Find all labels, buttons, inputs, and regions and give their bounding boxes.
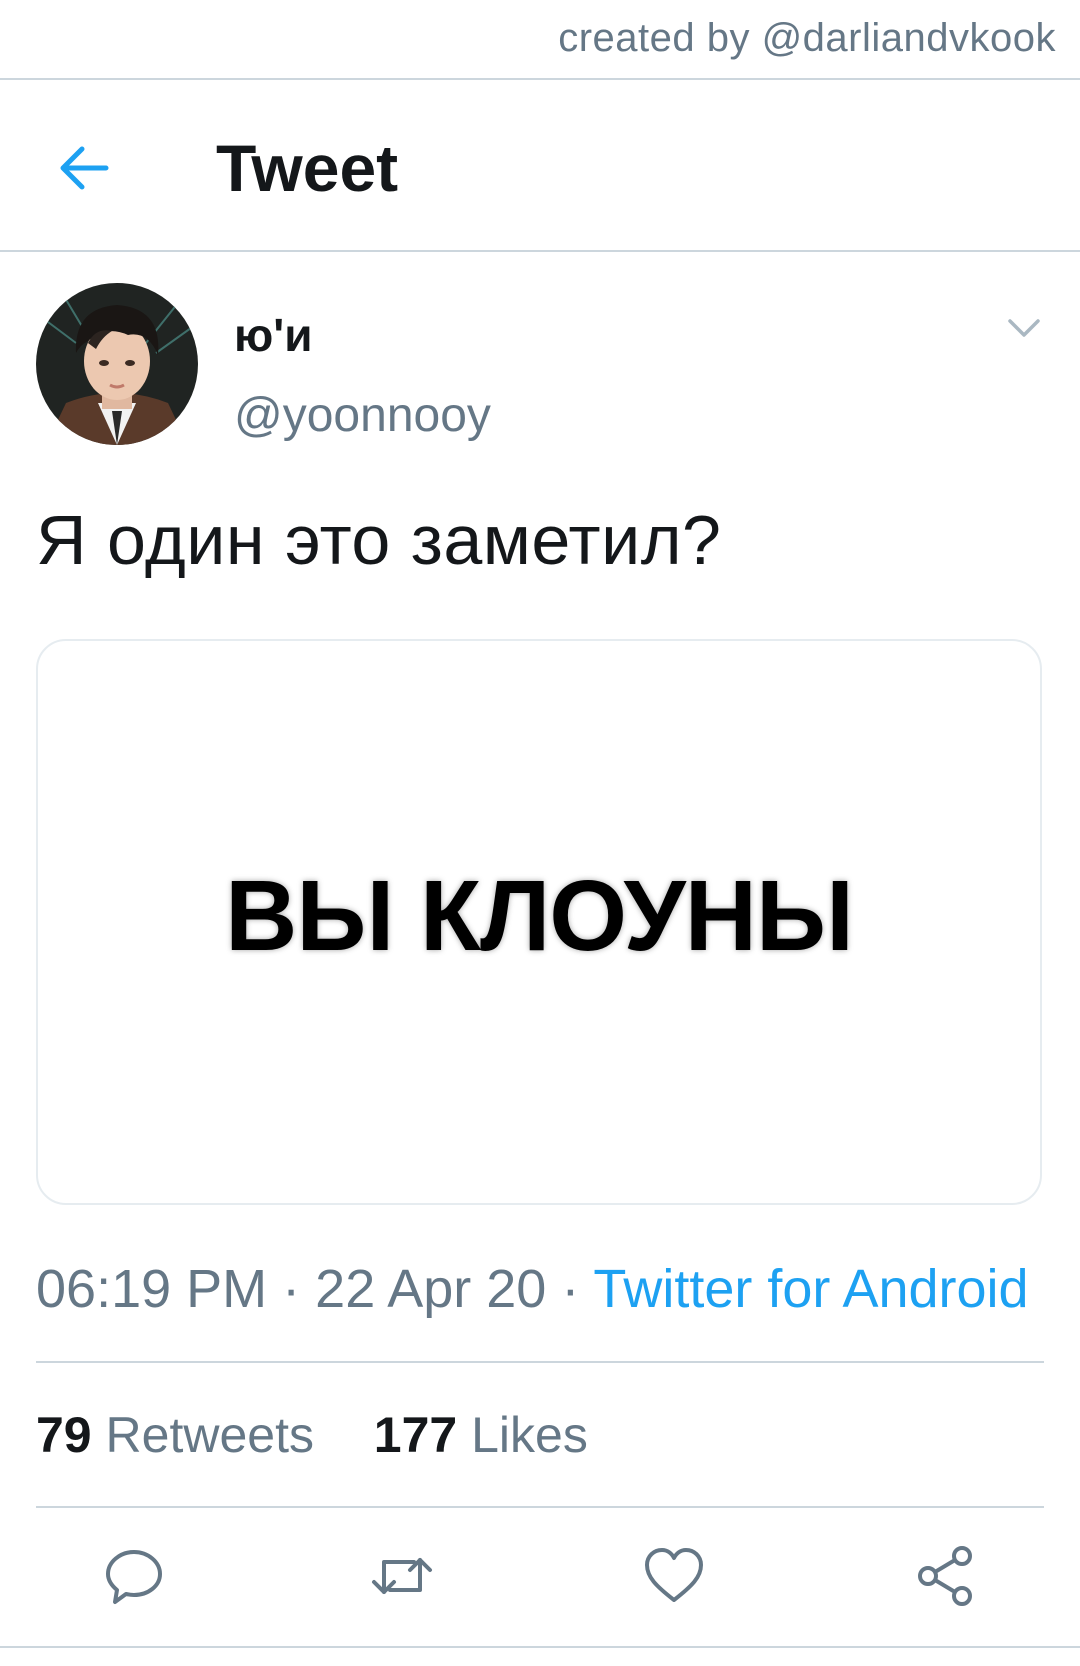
tweet-options-button[interactable] xyxy=(1002,306,1046,350)
divider xyxy=(0,1646,1080,1648)
top-app-bar: Tweet xyxy=(0,80,1080,252)
tweet-time: 06:19 PM xyxy=(36,1259,268,1319)
share-button[interactable] xyxy=(914,1544,978,1608)
media-caption: ВЫ КЛОУНЫ xyxy=(225,860,854,972)
meta-separator: · xyxy=(282,1259,301,1319)
divider xyxy=(36,1506,1044,1508)
likes-label: Likes xyxy=(471,1407,588,1463)
reply-icon xyxy=(106,1550,162,1604)
heart-icon xyxy=(645,1548,703,1602)
tweet-date: 22 Apr 20 xyxy=(315,1259,547,1319)
retweet-icon xyxy=(372,1558,432,1594)
credit-bar: created by @darliandvkook xyxy=(0,0,1080,80)
profile-photo xyxy=(36,283,198,445)
retweets-stat[interactable]: 79 Retweets xyxy=(36,1406,314,1464)
retweets-count: 79 xyxy=(36,1407,92,1463)
tweet-meta: 06:19 PM · 22 Apr 20 · Twitter for Andro… xyxy=(36,1258,1029,1320)
tweet-text: Я один это заметил? xyxy=(36,501,722,579)
author-handle[interactable]: @yoonnooy xyxy=(234,388,491,443)
share-icon xyxy=(918,1546,972,1606)
reply-button[interactable] xyxy=(102,1544,166,1608)
author-display-name[interactable]: ю'и xyxy=(234,308,313,362)
retweets-label: Retweets xyxy=(105,1407,314,1463)
avatar[interactable] xyxy=(36,283,198,445)
likes-stat[interactable]: 177 Likes xyxy=(374,1406,588,1464)
creator-credit: created by @darliandvkook xyxy=(558,16,1056,60)
meta-separator: · xyxy=(561,1259,580,1319)
chevron-down-icon xyxy=(1008,319,1040,337)
retweet-button[interactable] xyxy=(370,1544,434,1608)
like-button[interactable] xyxy=(642,1544,706,1608)
tweet-media[interactable]: ВЫ КЛОУНЫ xyxy=(36,639,1042,1205)
tweet-source-link[interactable]: Twitter for Android xyxy=(593,1259,1028,1319)
arrow-left-icon xyxy=(60,146,109,190)
back-button[interactable] xyxy=(52,136,116,200)
action-bar xyxy=(0,1536,1080,1612)
likes-count: 177 xyxy=(373,1407,458,1463)
tweet-stats: 79 Retweets 177 Likes xyxy=(36,1406,588,1464)
page-title: Tweet xyxy=(216,131,399,205)
divider xyxy=(36,1361,1044,1363)
